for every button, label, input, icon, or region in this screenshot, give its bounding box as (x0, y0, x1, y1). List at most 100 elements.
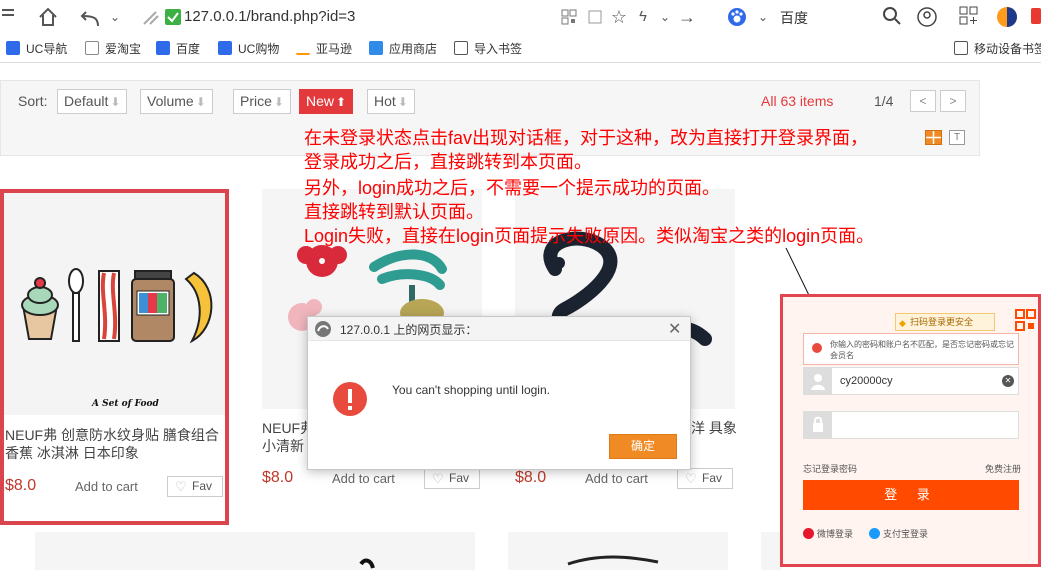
food-illustration: A Set of Food (21, 268, 213, 409)
add-to-cart-button[interactable]: Add to cart (585, 471, 648, 486)
username-field[interactable]: cy20000cy ✕ (803, 367, 1019, 395)
ok-button[interactable]: 确定 (609, 434, 677, 459)
profile-avatar-icon[interactable] (996, 6, 1018, 28)
grid-view-icon[interactable] (925, 130, 942, 145)
product-card-5[interactable] (508, 532, 728, 570)
dialog-message: You can't shopping until login. (392, 383, 550, 397)
search-icon[interactable] (881, 6, 903, 28)
address-bar[interactable]: 127.0.0.1/brand.php?id=3 (184, 8, 355, 25)
sort-price-button[interactable]: Price ⬇ (233, 89, 291, 114)
product-card-4[interactable] (35, 532, 475, 570)
forgot-password-link[interactable]: 忘记登录密码 (803, 462, 857, 475)
shield-icon: ◆ (899, 318, 906, 328)
annotation-line-4: 直接跳转到默认页面。 (304, 202, 484, 222)
prev-page-button[interactable]: < (910, 90, 936, 112)
product-card-6[interactable] (761, 532, 781, 570)
sort-volume-button[interactable]: Volume ⬇ (140, 89, 213, 114)
forward-icon[interactable]: → (676, 6, 698, 28)
heart-icon: ♡ (685, 471, 697, 486)
account-icon[interactable] (916, 6, 938, 28)
sort-new-button[interactable]: New ⬆ (299, 89, 354, 114)
clear-input-icon[interactable]: ✕ (1002, 375, 1014, 387)
qr-tip-badge: ◆ 扫码登录更安全 (895, 313, 995, 331)
product-name[interactable]: NEUF弗 创意防水纹身贴 膳食组合 香蕉 冰淇淋 日本印象 (5, 426, 223, 462)
browser-logo-icon (314, 320, 332, 343)
star-icon[interactable]: ☆ (608, 6, 630, 28)
bookmark-uc-nav[interactable]: UC导航 (6, 40, 67, 57)
product-price: $8.0 (262, 469, 294, 486)
product-image[interactable]: A Set of Food (4, 193, 225, 415)
annotation-line-1: 在未登录状态点击fav出现对话框，对于这种，改为直接打开登录界面， (304, 128, 869, 148)
close-icon[interactable]: ✕ (668, 319, 681, 339)
alipay-icon (869, 528, 880, 539)
sort-bar: Sort: Default ⬇ Volume ⬇ Price ⬇ New ⬆ Hot ⬇ … (0, 80, 980, 120)
bookmark-mobile[interactable]: 移动设备书签 (954, 40, 1041, 57)
text-view-icon[interactable]: T (949, 130, 965, 145)
product-price: $8.0 (5, 477, 37, 494)
heart-icon: ♡ (432, 471, 444, 486)
add-to-cart-button[interactable]: Add to cart (332, 471, 395, 486)
extension-icon[interactable] (1026, 6, 1041, 28)
username-value: cy20000cy (840, 375, 893, 387)
uc-icon (6, 41, 20, 55)
alipay-login-link[interactable]: 支付宝登录 (869, 527, 928, 540)
error-icon (332, 381, 368, 422)
app-store-icon (369, 41, 383, 55)
login-panel: ◆ 扫码登录更安全 你输入的密码和账户名不匹配，是否忘记密码或忘记会员名 cy2… (780, 294, 1041, 567)
browser-toolbar: ⌄ 127.0.0.1/brand.php?id=3 ☆ ϟ ⌄ → ⌄ 百度 (0, 0, 1041, 34)
uc-icon (218, 41, 232, 55)
product-card-1[interactable]: A Set of Food NEUF弗 创意防水纹身贴 膳食组合 香蕉 冰淇淋 … (0, 189, 229, 525)
fav-button[interactable]: ♡ Fav (424, 468, 480, 489)
sort-default-button[interactable]: Default ⬇ (57, 89, 128, 114)
amazon-icon (296, 41, 310, 55)
weibo-login-link[interactable]: 微博登录 (803, 527, 853, 540)
reader-icon[interactable] (584, 6, 606, 28)
product-price: $8.0 (515, 469, 547, 486)
alert-dialog: 127.0.0.1 上的网页显示： ✕ You can't shopping u… (307, 316, 691, 470)
content-divider (0, 62, 1041, 63)
bookmark-uc-shopping[interactable]: UC购物 (218, 40, 279, 57)
bookmark-import[interactable]: 导入书签 (454, 40, 522, 57)
items-count: All 63 items (761, 93, 834, 109)
login-submit-button[interactable]: 登 录 (803, 480, 1019, 510)
import-icon (454, 41, 468, 55)
fav-button[interactable]: ♡ Fav (677, 468, 733, 489)
secure-check-icon (162, 6, 184, 28)
qr-code-icon[interactable] (558, 6, 580, 28)
folder-icon (954, 41, 968, 55)
fav-button[interactable]: ♡ Fav (167, 476, 223, 497)
sort-hot-button[interactable]: Hot ⬇ (367, 89, 415, 114)
heart-icon: ♡ (175, 479, 187, 494)
lightning-icon[interactable]: ϟ (632, 6, 654, 28)
login-error-message: 你输入的密码和账户名不匹配，是否忘记密码或忘记会员名 (803, 333, 1019, 365)
next-page-button[interactable]: > (940, 90, 966, 112)
dialog-header: 127.0.0.1 上的网页显示： ✕ (308, 317, 690, 341)
bookmark-app-store[interactable]: 应用商店 (369, 40, 437, 57)
rocket-icon (140, 6, 162, 28)
apps-grid-icon[interactable] (958, 6, 980, 28)
chevron-down-icon[interactable]: ⌄ (654, 6, 676, 28)
lock-icon (804, 412, 832, 438)
product-name[interactable]: 洋 具象 (691, 419, 741, 437)
dialog-title: 127.0.0.1 上的网页显示： (340, 323, 478, 337)
sort-label: Sort: (18, 93, 48, 109)
back-icon[interactable] (80, 6, 102, 28)
add-to-cart-button[interactable]: Add to cart (75, 479, 138, 494)
chevron-down-icon[interactable]: ⌄ (752, 6, 774, 28)
baidu-paw-icon[interactable] (726, 6, 748, 28)
bookmark-baidu[interactable]: 百度 (156, 40, 200, 57)
error-icon (812, 343, 822, 353)
annotation-line-2: 登录成功之后，直接跳转到本页面。 (304, 152, 592, 172)
menu-icon[interactable] (0, 4, 22, 26)
page-icon (85, 41, 99, 55)
bookmark-aitaobao[interactable]: 爱淘宝 (85, 40, 141, 57)
bookmark-amazon[interactable]: 亚马逊 (296, 40, 352, 57)
password-field[interactable] (803, 411, 1019, 439)
search-engine-label[interactable]: 百度 (780, 8, 808, 28)
home-icon[interactable] (37, 6, 59, 28)
chevron-down-icon[interactable]: ⌄ (104, 6, 126, 28)
image-caption: A Set of Food (91, 399, 160, 409)
weibo-icon (803, 528, 814, 539)
register-link[interactable]: 免费注册 (985, 462, 1021, 475)
bookmarks-bar: UC导航 爱淘宝 百度 UC购物 亚马逊 应用商店 导入书签 移动设备书签 (0, 36, 1041, 60)
